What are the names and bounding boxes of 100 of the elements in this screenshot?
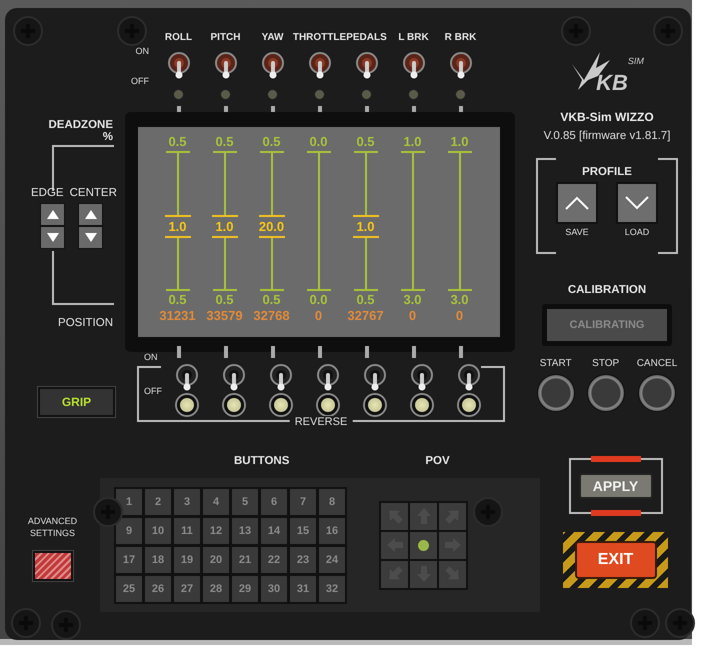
logo: KB SIM [570, 50, 644, 94]
button-indicator: 23 [290, 546, 316, 572]
up-arrow-icon [84, 210, 96, 219]
button-indicator: 25 [116, 576, 142, 602]
version-text: V.0.85 [firmware v1.81.7] [544, 130, 670, 142]
apply-button[interactable]: APPLY [578, 473, 652, 499]
device-title: VKB-Sim WIZZO [560, 110, 654, 124]
chevron-up-icon [565, 196, 589, 210]
button-indicator: 24 [319, 546, 345, 572]
lower-value: 0.5 [356, 291, 375, 309]
button-indicator: 13 [232, 518, 258, 544]
button-indicator: 11 [174, 518, 200, 544]
bracket-line [52, 251, 114, 305]
button-indicator: 3 [174, 488, 200, 514]
indicator-light [318, 395, 338, 415]
indicator-light [224, 395, 244, 415]
position-value: 0 [408, 307, 416, 325]
position-value: 32767 [347, 307, 384, 325]
lower-value: 0.5 [262, 291, 281, 309]
lower-value: 0.5 [168, 291, 187, 309]
round-push-button[interactable] [586, 374, 625, 412]
position-value: 31231 [159, 307, 196, 325]
button-indicator: 2 [145, 488, 171, 514]
axis-label: YAW [262, 32, 284, 43]
button-label: STOP [592, 358, 620, 369]
deadzone-label: DEADZONE [48, 119, 113, 131]
button-indicator: 12 [203, 518, 229, 544]
round-push-button[interactable] [536, 374, 575, 412]
round-push-button[interactable] [638, 374, 676, 412]
button-indicator: 20 [203, 546, 229, 572]
lower-value: 0.5 [215, 291, 234, 309]
grip-button[interactable]: GRIP [38, 387, 115, 417]
calibration-status: CALIBRATING [547, 309, 667, 341]
button-indicator: 19 [174, 546, 200, 572]
button-indicator: 17 [116, 546, 142, 572]
button-indicator: 6 [261, 488, 287, 514]
load-button[interactable] [616, 182, 658, 224]
save-button[interactable] [556, 182, 598, 224]
unit-label: % [102, 131, 113, 143]
upper-value: 0.5 [168, 133, 187, 151]
button-indicator: 10 [145, 518, 171, 544]
button-indicator: 29 [232, 576, 258, 602]
reverse-label: REVERSE [290, 416, 352, 428]
pov-button[interactable] [410, 532, 437, 558]
pov-label: POV [425, 455, 450, 469]
upper-value: 1.0 [450, 133, 469, 151]
axis-label: ROLL [164, 32, 192, 43]
exit-button[interactable]: EXIT [574, 541, 656, 579]
increase-button[interactable] [40, 203, 65, 226]
button-indicator: 8 [319, 488, 345, 514]
save-label: SAVE [565, 227, 589, 237]
button-indicator: 15 [290, 518, 316, 544]
lower-value: 3.0 [450, 291, 469, 309]
down-arrow-icon [46, 233, 58, 242]
indicator-light [364, 395, 384, 415]
axis-label: PEDALS [346, 32, 387, 43]
decrease-button[interactable] [78, 226, 103, 249]
indicator-light [270, 395, 290, 415]
lower-value: 3.0 [403, 291, 422, 309]
center-marker: 20.0 [256, 215, 286, 238]
button-indicator: 30 [261, 576, 287, 602]
chevron-down-icon [625, 196, 649, 210]
button-indicator: 4 [203, 488, 229, 514]
advanced-settings-button[interactable] [32, 551, 72, 581]
center-label: CENTER [70, 187, 117, 199]
button-indicator: 27 [174, 576, 200, 602]
screw-icon [13, 16, 43, 46]
upper-value: 0.5 [215, 133, 234, 151]
load-label: LOAD [624, 227, 650, 237]
edge-label: EDGE [31, 187, 64, 199]
center-marker: 1.0 [164, 215, 190, 238]
screw-icon [117, 16, 147, 46]
upper-value: 0.5 [262, 133, 281, 151]
axis-label: PITCH [210, 32, 240, 43]
button-indicator: 22 [261, 546, 287, 572]
button-indicator: 18 [145, 546, 171, 572]
profile-label: PROFILE [582, 166, 632, 178]
indicator-light [418, 540, 429, 550]
button-indicator: 21 [232, 546, 258, 572]
screw-icon [653, 16, 683, 46]
button-indicator: 14 [261, 518, 287, 544]
screw-icon [561, 16, 591, 46]
button-label: START [540, 358, 572, 369]
upper-value: 0.5 [356, 133, 375, 151]
button-indicator: 26 [145, 576, 171, 602]
center-marker: 1.0 [212, 215, 238, 238]
button-label: CANCEL [636, 358, 678, 369]
increase-button[interactable] [78, 203, 103, 226]
position-value: 0 [456, 307, 464, 325]
decrease-button[interactable] [40, 226, 65, 249]
button-indicator: 31 [290, 576, 316, 602]
indicator-light [458, 395, 478, 415]
off-label: OFF [131, 76, 149, 86]
on-label: ON [144, 352, 158, 362]
axis-label: L BRK [398, 32, 429, 43]
advanced-settings-label: ADVANCED SETTINGS [26, 515, 78, 539]
axis-label: THROTTLE [292, 32, 346, 43]
position-value: 32768 [253, 307, 290, 325]
button-indicator: 9 [116, 518, 142, 544]
button-indicator: 28 [203, 576, 229, 602]
